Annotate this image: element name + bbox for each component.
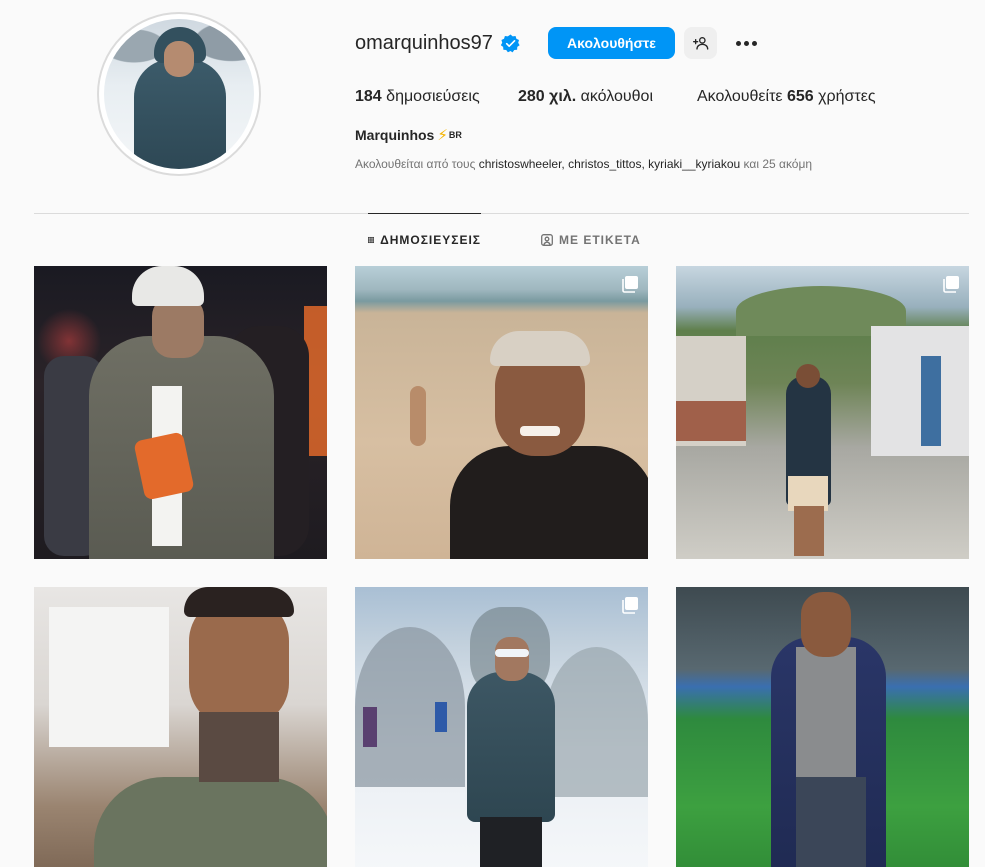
tagged-icon [541,233,553,246]
more-options-button[interactable] [733,30,759,56]
following-prefix: Ακολουθείτε [697,88,783,105]
suggested-users-button[interactable] [684,27,717,59]
post-thumbnail[interactable] [34,266,327,559]
profile-username: omarquinhos97 [355,32,493,54]
lightning-icon: ⚡ [437,127,448,144]
tab-tagged[interactable]: ΜΕ ΕΤΙΚΕΤΑ [541,213,641,266]
followed-by-user[interactable]: christoswheeler, [479,157,565,171]
following-suffix: χρήστες [818,88,876,105]
posts-stat: 184 δημοσιεύσεις [355,88,480,106]
tab-posts[interactable]: ΔΗΜΟΣΙΕΥΣΕΙΣ [368,213,481,266]
followers-count: 280 χιλ. [518,88,577,105]
tab-tagged-label: ΜΕ ΕΤΙΚΕΤΑ [559,232,641,247]
tab-posts-label: ΔΗΜΟΣΙΕΥΣΕΙΣ [380,233,481,247]
post-thumbnail[interactable] [355,266,648,559]
post-thumbnail[interactable] [34,587,327,867]
multiple-photos-icon [622,597,638,614]
post-thumbnail[interactable] [676,266,969,559]
profile-full-name: Marquinhos ⚡ BR [355,126,462,144]
following-count: 656 [786,88,814,105]
followed-by-user[interactable]: christos_tittos, [568,157,645,171]
followed-by-user[interactable]: kyriaki__kyriakou [648,157,740,171]
avatar-image [104,19,254,169]
posts-count: 184 [355,88,382,105]
followed-by[interactable]: Ακολουθείται από τους christoswheeler, c… [355,157,812,171]
post-thumbnail[interactable] [355,587,648,867]
tabs-divider [34,213,969,214]
country-tag: BR [448,130,462,140]
followed-by-suffix: και 25 ακόμη [743,157,813,171]
add-person-icon [692,37,708,50]
full-name-text: Marquinhos [355,127,435,143]
follow-button[interactable]: Ακολουθήστε [548,27,675,59]
ellipsis-dot [743,40,749,46]
grid-icon [368,236,375,244]
posts-label: δημοσιεύσεις [386,88,480,105]
following-stat[interactable]: Ακολουθείτε 656 χρήστες [697,88,876,106]
followed-by-prefix: Ακολουθείται από τους [355,157,476,171]
followers-stat[interactable]: 280 χιλ. ακόλουθοι [518,88,653,106]
multiple-photos-icon [943,276,959,293]
post-thumbnail[interactable] [676,587,969,867]
verified-badge-icon [501,34,520,53]
followers-label: ακόλουθοι [580,88,653,105]
ellipsis-dot [735,40,741,46]
multiple-photos-icon [622,276,638,293]
profile-avatar[interactable] [97,12,261,176]
ellipsis-dot [751,40,757,46]
